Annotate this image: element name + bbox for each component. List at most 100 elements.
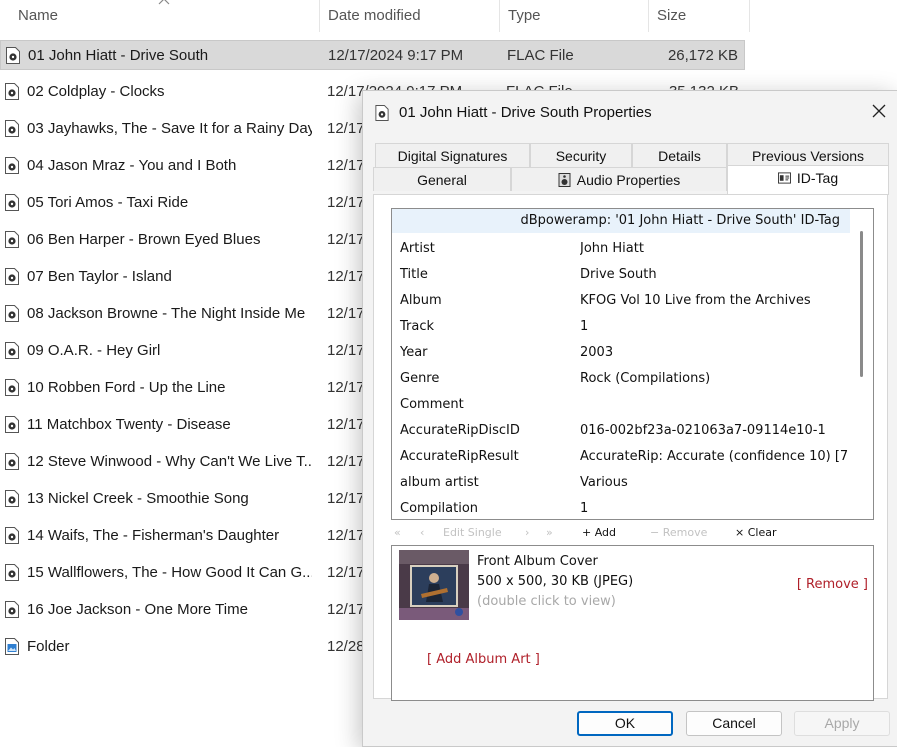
next-button[interactable]: › [525, 526, 529, 539]
tab-general[interactable]: General [373, 167, 511, 191]
file-name: 13 Nickel Creek - Smoothie Song [27, 490, 249, 507]
tag-row[interactable]: Compilation 1 [392, 496, 852, 519]
apply-button[interactable]: Apply [794, 711, 890, 736]
column-name-header[interactable]: Name [0, 0, 320, 32]
column-date-header[interactable]: Date modified [320, 0, 500, 32]
file-name: 15 Wallflowers, The - How Good It Can G.… [27, 564, 312, 581]
id-card-icon [777, 172, 791, 184]
tag-list[interactable]: dBpoweramp: '01 John Hiatt - Drive South… [391, 208, 874, 520]
file-name: 03 Jayhawks, The - Save It for a Rainy D… [27, 120, 312, 137]
album-cover-thumbnail[interactable] [399, 550, 469, 620]
tag-row[interactable]: Comment [392, 392, 852, 418]
file-name: 06 Ben Harper - Brown Eyed Blues [27, 231, 261, 248]
audio-file-icon [5, 416, 19, 433]
tag-value: Various [580, 475, 628, 490]
file-row[interactable]: 01 John Hiatt - Drive South 12/17/2024 9… [0, 40, 745, 70]
file-date: 12/17 [327, 120, 362, 137]
tab-label: ID-Tag [796, 170, 839, 186]
audio-file-icon [5, 268, 19, 285]
tab-security[interactable]: Security [530, 143, 632, 167]
tag-row[interactable]: AccurateRipResult AccurateRip: Accurate (… [392, 444, 852, 470]
file-size: 26,172 KB [667, 47, 738, 64]
tag-value: KFOG Vol 10 Live from the Archives [580, 293, 811, 308]
file-name: 05 Tori Amos - Taxi Ride [27, 194, 189, 211]
first-button[interactable]: « [394, 526, 401, 539]
tab-id-tag[interactable]: ID-Tag [727, 165, 889, 195]
audio-file-icon [5, 453, 19, 470]
file-date: 12/17 [327, 231, 362, 248]
audio-file-icon [5, 157, 19, 174]
tag-key: Compilation [400, 501, 479, 516]
scrollbar-thumb[interactable] [860, 231, 863, 377]
speaker-icon [558, 172, 571, 187]
tag-key: Track [400, 319, 435, 334]
file-date: 12/17 [327, 564, 362, 581]
add-tag-button[interactable]: + Add [582, 526, 616, 539]
file-date: 12/17 [327, 601, 362, 618]
file-date: 12/17 [327, 157, 362, 174]
audio-file-icon [5, 601, 19, 618]
tab-details[interactable]: Details [632, 143, 727, 167]
file-date: 12/17 [327, 490, 362, 507]
add-album-art-link[interactable]: [ Add Album Art ] [427, 652, 540, 667]
ok-button[interactable]: OK [577, 711, 673, 736]
tag-key: Genre [400, 371, 440, 386]
column-divider[interactable] [749, 0, 750, 32]
column-size-header[interactable]: Size [649, 0, 749, 32]
screen: Name Date modified Type Size 01 John Hia… [0, 0, 897, 747]
file-date: 12/17 [327, 342, 362, 359]
audio-file-icon [5, 305, 19, 322]
file-name: 01 John Hiatt - Drive South [28, 47, 209, 64]
audio-file-icon [5, 342, 19, 359]
file-name: 07 Ben Taylor - Island [27, 268, 172, 285]
edit-single-button[interactable]: Edit Single [443, 526, 502, 539]
audio-file-icon [5, 231, 19, 248]
tab-label: Audio Properties [576, 172, 681, 188]
tag-row[interactable]: Genre Rock (Compilations) [392, 366, 852, 392]
image-file-icon [5, 638, 19, 655]
tag-row[interactable]: Year 2003 [392, 340, 852, 366]
tag-row[interactable]: album artist Various [392, 470, 852, 496]
file-date: 12/17 [327, 305, 362, 322]
last-button[interactable]: » [546, 526, 553, 539]
tag-value: AccurateRip: Accurate (confidence 10) [7… [580, 449, 848, 464]
file-name: 10 Robben Ford - Up the Line [27, 379, 226, 396]
column-header: Name Date modified Type Size [0, 0, 750, 32]
tag-value: 2003 [580, 345, 614, 360]
tab-audio-properties[interactable]: Audio Properties [511, 167, 727, 191]
tag-row[interactable]: Track 1 [392, 314, 852, 340]
file-name: 16 Joe Jackson - One More Time [27, 601, 248, 618]
art-info: 500 x 500, 30 KB (JPEG) [477, 574, 634, 589]
tag-row[interactable]: Artist John Hiatt [392, 236, 852, 262]
audio-file-icon [5, 379, 19, 396]
audio-file-icon [375, 105, 389, 121]
audio-file-icon [5, 194, 19, 211]
clear-tags-button[interactable]: × Clear [735, 526, 776, 539]
prev-button[interactable]: ‹ [420, 526, 424, 539]
tag-value: Rock (Compilations) [580, 371, 711, 386]
remove-tag-button[interactable]: − Remove [650, 526, 707, 539]
cancel-button[interactable]: Cancel [686, 711, 782, 736]
close-icon[interactable] [869, 101, 889, 121]
column-type-header[interactable]: Type [500, 0, 648, 32]
tag-key: Artist [400, 241, 435, 256]
tag-row[interactable]: Album KFOG Vol 10 Live from the Archives [392, 288, 852, 314]
audio-file-icon [5, 564, 19, 581]
file-name: 14 Waifs, The - Fisherman's Daughter [27, 527, 280, 544]
tab-digital-signatures[interactable]: Digital Signatures [375, 143, 530, 167]
tag-list-header: dBpoweramp: '01 John Hiatt - Drive South… [392, 209, 850, 233]
remove-art-link[interactable]: [ Remove ] [797, 577, 868, 592]
art-title: Front Album Cover [477, 554, 598, 569]
file-date: 12/28 [327, 638, 362, 655]
properties-dialog: 01 John Hiatt - Drive South Properties D… [362, 90, 897, 747]
audio-file-icon [5, 120, 19, 137]
tag-key: AccurateRipDiscID [400, 423, 520, 438]
tag-row[interactable]: Title Drive South [392, 262, 852, 288]
tag-value: 1 [580, 319, 589, 334]
file-date: 12/17 [327, 379, 362, 396]
tag-value: Drive South [580, 267, 657, 282]
tab-previous-versions[interactable]: Previous Versions [727, 143, 889, 167]
tag-row[interactable]: AccurateRipDiscID 016-002bf23a-021063a7-0… [392, 418, 852, 444]
audio-file-icon [6, 47, 20, 64]
file-name: 08 Jackson Browne - The Night Inside Me [27, 305, 306, 322]
